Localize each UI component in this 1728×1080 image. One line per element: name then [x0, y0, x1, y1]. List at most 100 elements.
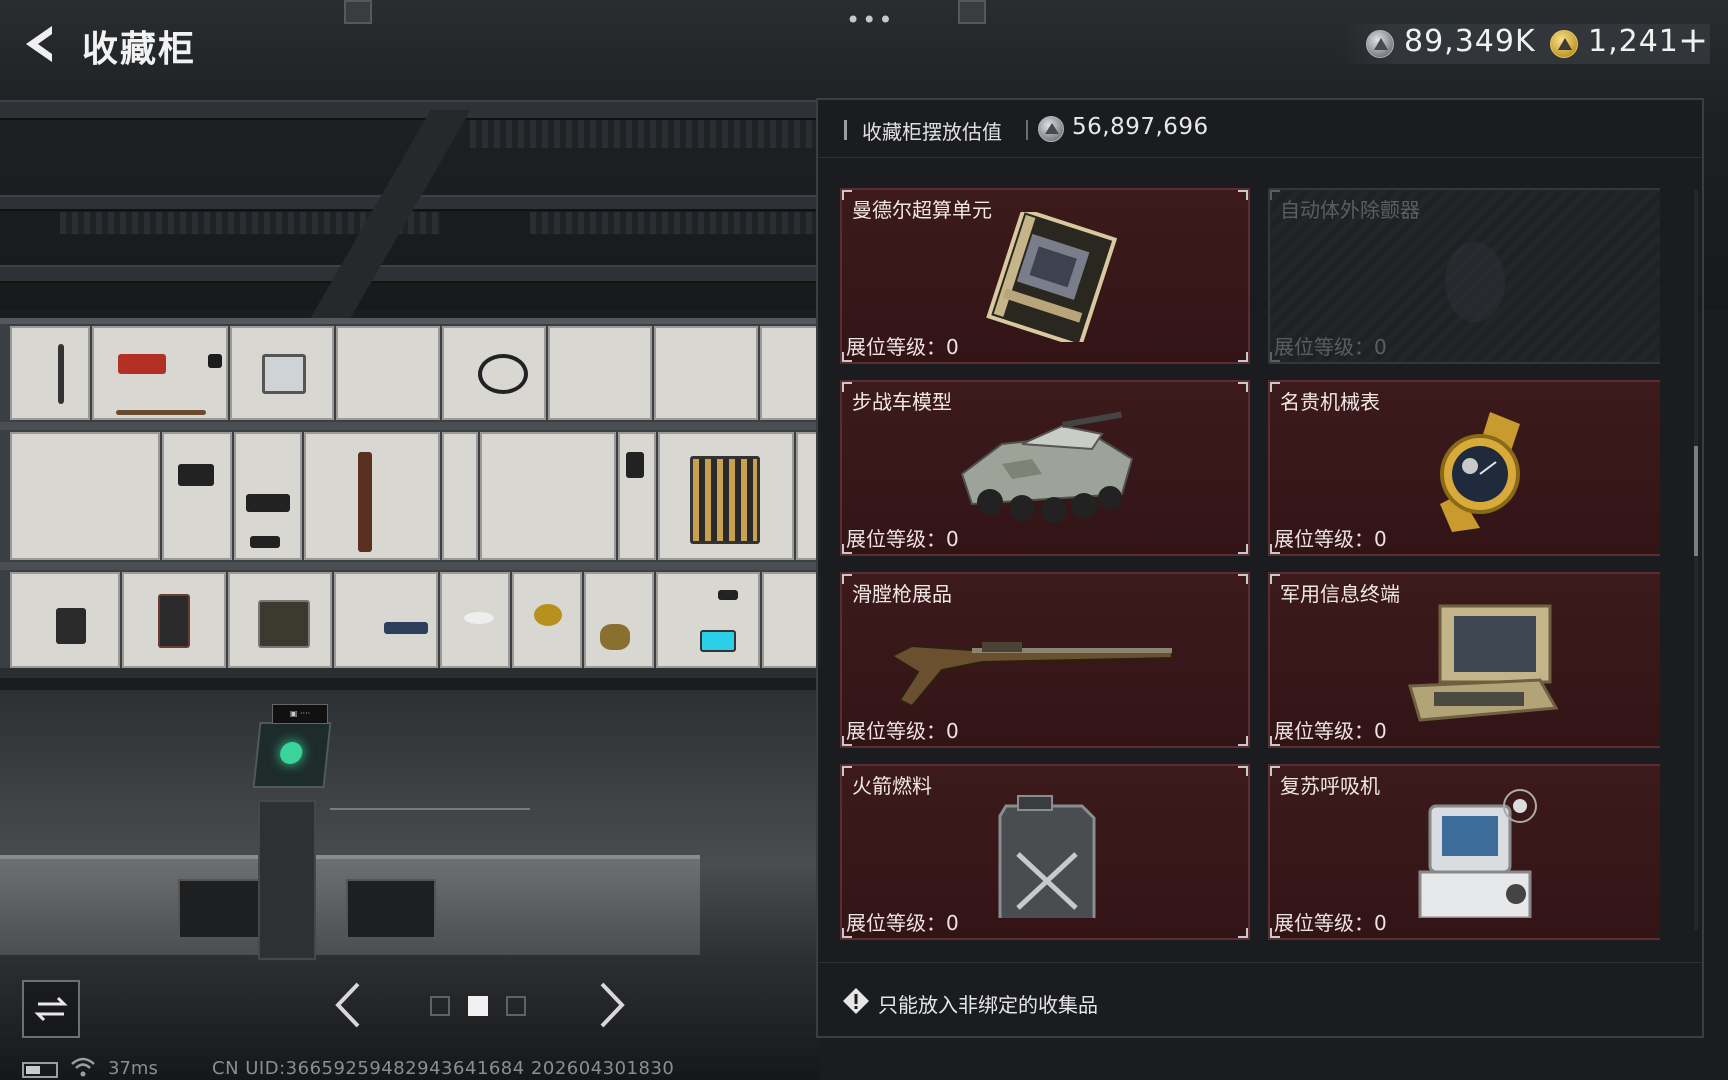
military-terminal-icon — [1408, 604, 1559, 722]
page-indicator-dot-active[interactable] — [468, 996, 488, 1016]
displayed-item — [534, 604, 562, 626]
top-bar: 收藏柜 ••• 89,349K 1,241 + — [0, 0, 1728, 90]
collection-panel: 收藏柜摆放估值 56,897,696 曼德尔超算单元 展位等级：0 自动体外除颤… — [816, 98, 1704, 1038]
level-label: 展位等级： — [846, 911, 946, 935]
header-separator — [1026, 120, 1028, 140]
display-cell — [162, 432, 232, 560]
warning-diamond-icon — [843, 988, 869, 1014]
displayed-prosthetic — [358, 452, 372, 552]
displayed-item — [600, 624, 630, 650]
collection-card[interactable]: 步战车模型 展位等级：0 — [840, 380, 1250, 556]
card-item-name: 复苏呼吸机 — [1280, 774, 1380, 798]
ceiling-beam — [0, 100, 820, 120]
card-level: 展位等级：0 — [846, 523, 959, 552]
display-cell — [762, 572, 820, 668]
wifi-icon — [71, 1057, 95, 1077]
defibrillator-icon — [1445, 242, 1505, 322]
display-wall — [0, 318, 820, 678]
card-item-name: 火箭燃料 — [852, 774, 932, 798]
level-label: 展位等级： — [1274, 527, 1374, 551]
card-item-name: 步战车模型 — [852, 390, 952, 414]
collection-card[interactable]: 复苏呼吸机 展位等级：0 — [1268, 764, 1660, 940]
room-laptop-terminal[interactable] — [252, 722, 332, 788]
display-cell — [304, 432, 440, 560]
terminal-pedestal — [258, 800, 316, 960]
page-indicator-dot[interactable] — [430, 996, 450, 1016]
displayed-item — [58, 344, 64, 404]
ifv-model-icon — [960, 411, 1134, 523]
collection-card-locked[interactable]: 自动体外除颤器 展位等级：0 — [1268, 188, 1660, 364]
card-level: 展位等级：0 — [846, 907, 959, 936]
fuel-jerrycan-icon — [998, 795, 1096, 918]
displayed-item — [246, 494, 290, 512]
chevron-left-icon — [335, 982, 360, 1028]
collection-card[interactable]: 名贵机械表 展位等级：0 — [1268, 380, 1660, 556]
displayed-item — [56, 608, 86, 644]
gold-currency-amount: 1,241 — [1588, 24, 1679, 59]
ceiling-grate — [470, 120, 830, 148]
card-level: 展位等级：0 — [1274, 715, 1387, 744]
scrollbar-track[interactable] — [1694, 190, 1698, 930]
collection-grid-viewport[interactable]: 曼德尔超算单元 展位等级：0 自动体外除颤器 展位等级：0 步战车模型 展位等级… — [840, 188, 1660, 940]
displayed-item — [700, 630, 736, 652]
ceiling-beam — [0, 265, 820, 283]
collection-card[interactable]: 滑膛枪展品 展位等级：0 — [840, 572, 1250, 748]
displayed-battery-pack — [690, 456, 760, 544]
displayed-item — [384, 622, 428, 634]
floor-marking — [330, 808, 530, 810]
displayed-drone — [478, 354, 528, 394]
collection-card[interactable]: 军用信息终端 展位等级：0 — [1268, 572, 1660, 748]
level-label: 展位等级： — [846, 335, 946, 359]
frame-notch — [958, 0, 986, 24]
display-cell — [654, 326, 758, 420]
counter-slot — [346, 879, 436, 939]
back-arrow-icon — [26, 26, 52, 62]
level-label: 展位等级： — [846, 719, 946, 743]
display-cell — [480, 432, 616, 560]
level-value: 0 — [946, 335, 959, 359]
displayed-item — [250, 536, 280, 548]
displayed-item — [464, 612, 494, 624]
swap-view-button[interactable] — [22, 980, 80, 1038]
battery-icon — [22, 1062, 58, 1078]
back-button[interactable] — [18, 20, 62, 68]
level-value: 0 — [1374, 911, 1387, 935]
card-level: 展位等级：0 — [1274, 523, 1387, 552]
more-menu-icon[interactable]: ••• — [846, 6, 894, 34]
displayed-terminal — [262, 354, 306, 394]
silver-coin-icon — [1366, 30, 1394, 58]
collection-card[interactable]: 火箭燃料 展位等级：0 — [840, 764, 1250, 940]
displayed-item — [718, 590, 738, 600]
displayed-item — [178, 464, 214, 486]
displayed-item — [626, 452, 644, 478]
display-cell — [548, 326, 652, 420]
previous-page-button[interactable] — [330, 980, 370, 1030]
level-value: 0 — [946, 719, 959, 743]
display-cell — [10, 326, 90, 420]
header-accent-bar — [844, 120, 847, 140]
level-label: 展位等级： — [846, 527, 946, 551]
displayed-item — [118, 354, 166, 374]
gold-coin-icon — [1550, 30, 1578, 58]
silver-coin-icon — [1038, 116, 1064, 142]
ceiling-grate — [530, 212, 830, 234]
display-cell — [656, 572, 760, 668]
panel-header: 收藏柜摆放估值 56,897,696 — [818, 100, 1702, 158]
next-page-button[interactable] — [590, 980, 630, 1030]
display-cell — [442, 432, 478, 560]
level-label: 展位等级： — [1274, 911, 1374, 935]
panel-footer: 只能放入非绑定的收集品 — [818, 962, 1702, 1038]
valuation-label: 收藏柜摆放估值 — [862, 120, 1002, 144]
laptop-sign: ▣ ···· — [272, 704, 328, 724]
page-indicator-dot[interactable] — [506, 996, 526, 1016]
add-currency-button[interactable]: + — [1678, 20, 1708, 61]
frame-notch — [344, 0, 372, 24]
card-level: 展位等级：0 — [1274, 331, 1387, 360]
displayed-case — [258, 600, 310, 648]
scrollbar-thumb[interactable] — [1694, 446, 1698, 556]
display-cell — [584, 572, 654, 668]
level-label: 展位等级： — [1274, 335, 1374, 359]
collection-card[interactable]: 曼德尔超算单元 展位等级：0 — [840, 188, 1250, 364]
ventilator-icon — [1418, 789, 1537, 918]
card-level: 展位等级：0 — [846, 715, 959, 744]
